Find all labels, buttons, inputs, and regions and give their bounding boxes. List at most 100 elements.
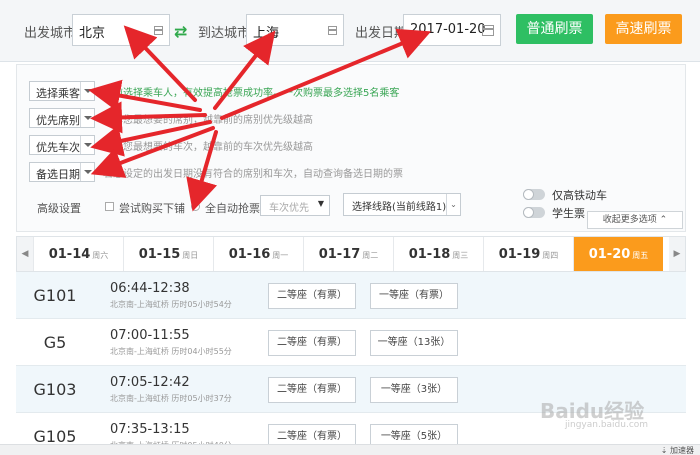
normal-refresh-button[interactable]: 普通刷票	[516, 14, 593, 44]
chevron-down-icon	[80, 109, 94, 127]
train-priority-value: 车次优先	[269, 203, 309, 214]
train-route: 北京南-上海虹桥 历时04小时55分	[110, 347, 232, 356]
date-tab-date: 01-15	[138, 247, 181, 262]
train-time: 06:44-12:38	[110, 281, 190, 296]
city-picker-icon	[154, 26, 163, 35]
accelerator-icon: ⇣	[660, 446, 668, 455]
select-passenger-label: 选择乘客	[36, 87, 80, 100]
train-row[interactable]: G5 07:00-11:55 北京南-上海虹桥 历时04小时55分 二等座（有票） 一等…	[16, 319, 686, 366]
train-code: G103	[33, 380, 77, 399]
first-class-seat-button[interactable]: 一等座（5张）	[370, 424, 458, 444]
accelerator-text: 加速器	[670, 446, 694, 455]
city-picker-icon	[328, 26, 337, 35]
route-select-value: 选择线路(当前线路1)	[352, 202, 447, 213]
baidu-watermark-url: jingyan.baidu.com	[565, 420, 649, 430]
priority-seat-dropdown[interactable]: 优先席别	[29, 108, 95, 128]
collapse-options-label: 收起更多选项	[602, 215, 657, 225]
date-tab-weekday: 周一	[272, 251, 289, 260]
swap-cities-icon[interactable]: ⇄	[174, 22, 187, 41]
caret-down-icon: ▼	[317, 199, 324, 208]
from-city-label: 出发城市	[24, 26, 77, 41]
train-code: G105	[33, 427, 77, 444]
auto-grab-label: 全自动抢票	[205, 202, 260, 215]
date-tab-date: 01-16	[228, 247, 271, 262]
first-class-seat-button[interactable]: 一等座（3张）	[370, 377, 458, 403]
date-tab-weekday: 周四	[542, 251, 559, 260]
second-class-seat-button[interactable]: 二等座（有票）	[268, 330, 356, 356]
backup-date-hint: 若您设定的出发日期没有符合的席别和车次，自动查询备选日期的票	[103, 169, 403, 180]
route-select[interactable]: 选择线路(当前线路1) ⌄	[343, 193, 461, 216]
date-tab[interactable]: 01-16 周一	[213, 237, 303, 271]
train-time: 07:05-12:42	[110, 375, 190, 390]
date-label: 出发日期	[355, 26, 408, 41]
date-tabs: ◀ 01-14 周六 01-15 周日 01-16 周一 01-17 周二 01-18 周三 01-…	[16, 236, 686, 272]
date-tab-weekday: 周五	[632, 251, 649, 260]
date-tab-date: 01-14	[48, 247, 91, 262]
high-speed-toggle[interactable]	[523, 189, 545, 200]
seat-hint: 选择您最想要的席别，越靠前的席别优先级越高	[103, 115, 313, 126]
student-ticket-label: 学生票	[552, 207, 585, 220]
date-tab-date: 01-19	[498, 247, 541, 262]
chevron-down-icon	[80, 163, 94, 181]
chevron-up-icon: ⌃	[659, 215, 668, 225]
from-city-value: 北京	[79, 26, 106, 41]
next-dates-button[interactable]: ▶	[669, 237, 685, 271]
lower-berth-label: 尝试购买下铺	[119, 202, 185, 215]
date-tab[interactable]: 01-19 周四	[483, 237, 573, 271]
to-city-input[interactable]: 上海	[246, 14, 344, 46]
date-value: 2017-01-20	[410, 22, 486, 37]
from-city-input[interactable]: 北京	[72, 14, 170, 46]
collapse-options-button[interactable]: 收起更多选项 ⌃	[587, 211, 683, 229]
date-tab[interactable]: 01-15 周日	[123, 237, 213, 271]
second-class-seat-button[interactable]: 二等座（有票）	[268, 424, 356, 444]
date-tab-weekday: 周二	[362, 251, 379, 260]
date-tab-weekday: 周三	[452, 251, 469, 260]
to-city-value: 上海	[253, 26, 280, 41]
accelerator-label[interactable]: ⇣ 加速器	[661, 445, 694, 455]
second-class-seat-button[interactable]: 二等座（有票）	[268, 377, 356, 403]
date-tab-weekday: 周日	[182, 251, 199, 260]
options-panel: 选择乘客 提前选择乘车人，有效提高抢票成功率。一次购票最多选择5名乘客 优先席别…	[16, 64, 686, 232]
backup-date-label: 备选日期	[36, 168, 80, 181]
to-city-label: 到达城市	[198, 26, 251, 41]
passenger-hint: 提前选择乘车人，有效提高抢票成功率。一次购票最多选择5名乘客	[103, 88, 400, 99]
train-priority-select[interactable]: 车次优先 ▼	[260, 195, 330, 216]
date-tab[interactable]: 01-18 周三	[393, 237, 483, 271]
date-tab[interactable]: 01-14 周六	[33, 237, 123, 271]
date-tab[interactable]: 01-17 周二	[303, 237, 393, 271]
train-row[interactable]: G101 06:44-12:38 北京南-上海虹桥 历时05小时54分 二等座（有票）…	[16, 272, 686, 319]
search-bar: 出发城市 北京 ⇄ 到达城市 上海 出发日期 2017-01-20 普通刷票 高…	[0, 0, 700, 62]
fast-refresh-button[interactable]: 高速刷票	[605, 14, 682, 44]
second-class-seat-button[interactable]: 二等座（有票）	[268, 283, 356, 309]
date-input[interactable]: 2017-01-20	[403, 14, 501, 46]
status-bar: ⇣ 加速器	[0, 444, 700, 455]
train-time: 07:00-11:55	[110, 328, 190, 343]
chevron-down-icon: ⌄	[446, 194, 460, 215]
priority-seat-label: 优先席别	[36, 114, 80, 127]
date-tab-date: 01-18	[408, 247, 451, 262]
first-class-seat-button[interactable]: 一等座（有票）	[370, 283, 458, 309]
priority-train-dropdown[interactable]: 优先车次	[29, 135, 95, 155]
train-code: G5	[43, 333, 67, 352]
backup-date-dropdown[interactable]: 备选日期	[29, 162, 95, 182]
chevron-down-icon	[80, 136, 94, 154]
select-passenger-dropdown[interactable]: 选择乘客	[29, 81, 95, 101]
train-time: 07:35-13:15	[110, 422, 190, 437]
date-tab[interactable]: 01-20 周五	[573, 237, 663, 271]
chevron-down-icon	[80, 82, 94, 100]
first-class-seat-button[interactable]: 一等座（13张）	[370, 330, 458, 356]
date-tab-date: 01-17	[318, 247, 361, 262]
priority-train-label: 优先车次	[36, 141, 80, 154]
train-route: 北京南-上海虹桥 历时05小时37分	[110, 394, 232, 403]
high-speed-label: 仅高铁动车	[552, 189, 607, 202]
calendar-icon	[482, 25, 494, 36]
auto-grab-radio[interactable]	[191, 202, 200, 211]
prev-dates-button[interactable]: ◀	[17, 237, 33, 271]
student-ticket-toggle[interactable]	[523, 207, 545, 218]
lower-berth-checkbox[interactable]	[105, 202, 114, 211]
advanced-settings-label: 高级设置	[37, 202, 81, 215]
train-route: 北京南-上海虹桥 历时05小时54分	[110, 300, 232, 309]
train-hint: 选择您最想要的车次，越靠前的车次优先级越高	[103, 142, 313, 153]
date-tab-weekday: 周六	[92, 251, 109, 260]
date-tab-date: 01-20	[588, 247, 631, 262]
